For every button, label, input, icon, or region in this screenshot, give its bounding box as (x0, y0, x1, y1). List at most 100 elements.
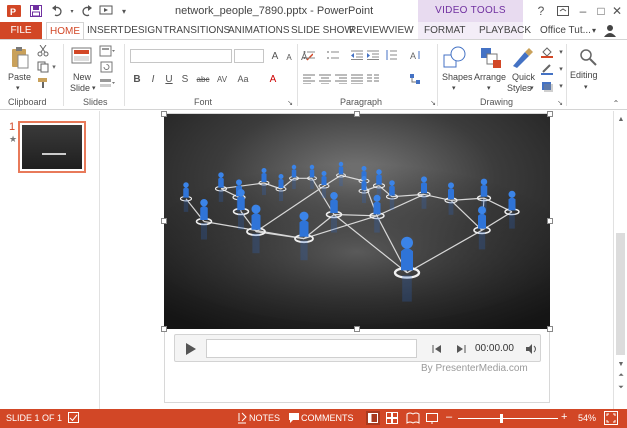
volume-icon[interactable] (525, 342, 539, 356)
editing-dropdown-icon[interactable]: ▾ (584, 82, 588, 93)
tab-view[interactable]: VIEW (385, 22, 417, 39)
align-left-icon[interactable] (302, 72, 316, 86)
strikethrough-button[interactable]: abc (194, 72, 212, 86)
spell-check-icon[interactable] (68, 412, 80, 424)
tab-home[interactable]: HOME (46, 22, 84, 40)
resize-handle[interactable] (547, 111, 553, 117)
justify-icon[interactable] (350, 72, 364, 86)
font-dialog-launcher-icon[interactable]: ↘ (283, 96, 297, 110)
new-slide-button[interactable]: Slide (70, 83, 90, 94)
font-color-button[interactable]: A (266, 72, 280, 86)
shapes-dropdown-icon[interactable]: ▾ (452, 83, 456, 94)
slideshow-view-icon[interactable] (426, 412, 438, 424)
arrange-button[interactable]: Arrange (474, 72, 506, 83)
editing-icon[interactable] (577, 46, 599, 68)
tab-animations[interactable]: ANIMATIONS (225, 22, 292, 39)
move-back-icon[interactable] (431, 342, 445, 356)
comments-icon[interactable] (288, 412, 300, 424)
paste-dropdown-icon[interactable]: ▾ (16, 83, 20, 94)
previous-slide-icon[interactable]: ⏶ (616, 371, 626, 381)
italic-button[interactable]: I (146, 72, 160, 86)
shape-fill-icon[interactable] (540, 45, 554, 59)
numbering-icon[interactable] (326, 48, 340, 62)
scroll-down-icon[interactable]: ▼ (616, 359, 626, 369)
help-icon[interactable]: ? (530, 2, 552, 20)
slide-thumbnail[interactable] (18, 121, 86, 173)
new-slide-label[interactable]: New (73, 72, 91, 83)
zoom-slider[interactable] (458, 418, 558, 419)
collapse-ribbon-icon[interactable]: ⌃ (609, 96, 623, 110)
paste-button[interactable]: Paste (8, 72, 31, 83)
redo-icon[interactable] (78, 3, 94, 19)
arrange-dropdown-icon[interactable]: ▾ (487, 83, 491, 94)
comments-button[interactable]: COMMENTS (301, 413, 354, 423)
resize-handle[interactable] (547, 326, 553, 332)
vertical-scrollbar[interactable]: ▲ ▼ ⏶ ⏷ (613, 111, 627, 409)
line-spacing-icon[interactable] (384, 48, 398, 62)
resize-handle[interactable] (161, 111, 167, 117)
play-icon[interactable] (183, 341, 199, 357)
section-icon[interactable] (98, 76, 116, 90)
tab-file[interactable]: FILE (0, 22, 42, 39)
zoom-level[interactable]: 54% (578, 413, 596, 423)
tab-design[interactable]: DESIGN (121, 22, 165, 39)
video-frame[interactable] (164, 114, 550, 329)
bold-button[interactable]: B (130, 72, 144, 86)
drawing-dialog-launcher-icon[interactable]: ↘ (553, 96, 567, 110)
font-name-combo[interactable] (130, 49, 232, 63)
grow-font-button[interactable]: A (268, 49, 282, 63)
resize-handle[interactable] (354, 111, 360, 117)
decrease-indent-icon[interactable] (350, 48, 364, 62)
shapes-button[interactable]: Shapes (442, 72, 473, 83)
quick-styles-button[interactable]: Styles (507, 83, 532, 94)
resize-handle[interactable] (354, 326, 360, 332)
character-spacing-button[interactable]: AV (214, 72, 230, 86)
quick-styles-dropdown-icon[interactable]: ▾ (530, 83, 534, 94)
fit-slide-icon[interactable] (604, 411, 618, 425)
new-slide-icon[interactable] (70, 45, 94, 67)
slide-sorter-icon[interactable] (386, 412, 398, 424)
underline-button[interactable]: U (162, 72, 176, 86)
shapes-icon[interactable] (443, 45, 467, 71)
account-name[interactable]: Office Tut... (537, 22, 594, 39)
save-icon[interactable] (28, 3, 44, 19)
shrink-font-button[interactable]: A (282, 50, 296, 64)
tab-transitions[interactable]: TRANSITIONS (160, 22, 233, 39)
normal-view-icon[interactable] (366, 411, 380, 425)
text-direction-icon[interactable]: A (408, 48, 422, 62)
scroll-thumb[interactable] (616, 233, 625, 355)
customize-qat-icon[interactable]: ▾ (116, 3, 132, 19)
scroll-up-icon[interactable]: ▲ (616, 114, 626, 124)
align-center-icon[interactable] (318, 72, 332, 86)
shape-effects-icon[interactable] (540, 79, 554, 93)
resize-handle[interactable] (161, 218, 167, 224)
zoom-slider-knob[interactable] (500, 414, 503, 423)
close-icon[interactable]: ✕ (606, 2, 627, 20)
new-slide-dropdown-icon[interactable]: ▾ (92, 83, 96, 94)
convert-to-smartart-icon[interactable] (408, 72, 422, 86)
cut-icon[interactable] (36, 44, 50, 58)
notes-icon[interactable] (237, 412, 247, 424)
quick-styles-label[interactable]: Quick (512, 72, 535, 83)
align-right-icon[interactable] (334, 72, 348, 86)
shape-outline-icon[interactable] (540, 62, 554, 76)
reset-icon[interactable] (98, 60, 116, 74)
reading-view-icon[interactable] (406, 412, 420, 424)
bullets-icon[interactable] (302, 48, 316, 62)
increase-indent-icon[interactable] (366, 48, 380, 62)
video-timeline[interactable] (206, 339, 417, 358)
format-painter-icon[interactable] (36, 76, 50, 90)
zoom-out-button[interactable]: – (446, 411, 452, 423)
resize-handle[interactable] (547, 218, 553, 224)
tab-playback[interactable]: PLAYBACK (476, 22, 534, 39)
shadow-button[interactable]: S (178, 72, 192, 86)
start-from-beginning-icon[interactable] (98, 3, 114, 19)
account-dropdown-icon[interactable]: ▾ (589, 22, 599, 39)
quick-styles-icon[interactable] (511, 45, 535, 71)
copy-icon[interactable] (36, 60, 50, 74)
tab-format[interactable]: FORMAT (421, 22, 468, 39)
change-case-button[interactable]: Aa (235, 72, 251, 86)
zoom-in-button[interactable]: + (561, 411, 567, 423)
copy-dropdown-icon[interactable]: ▾ (50, 60, 58, 74)
resize-handle[interactable] (161, 326, 167, 332)
